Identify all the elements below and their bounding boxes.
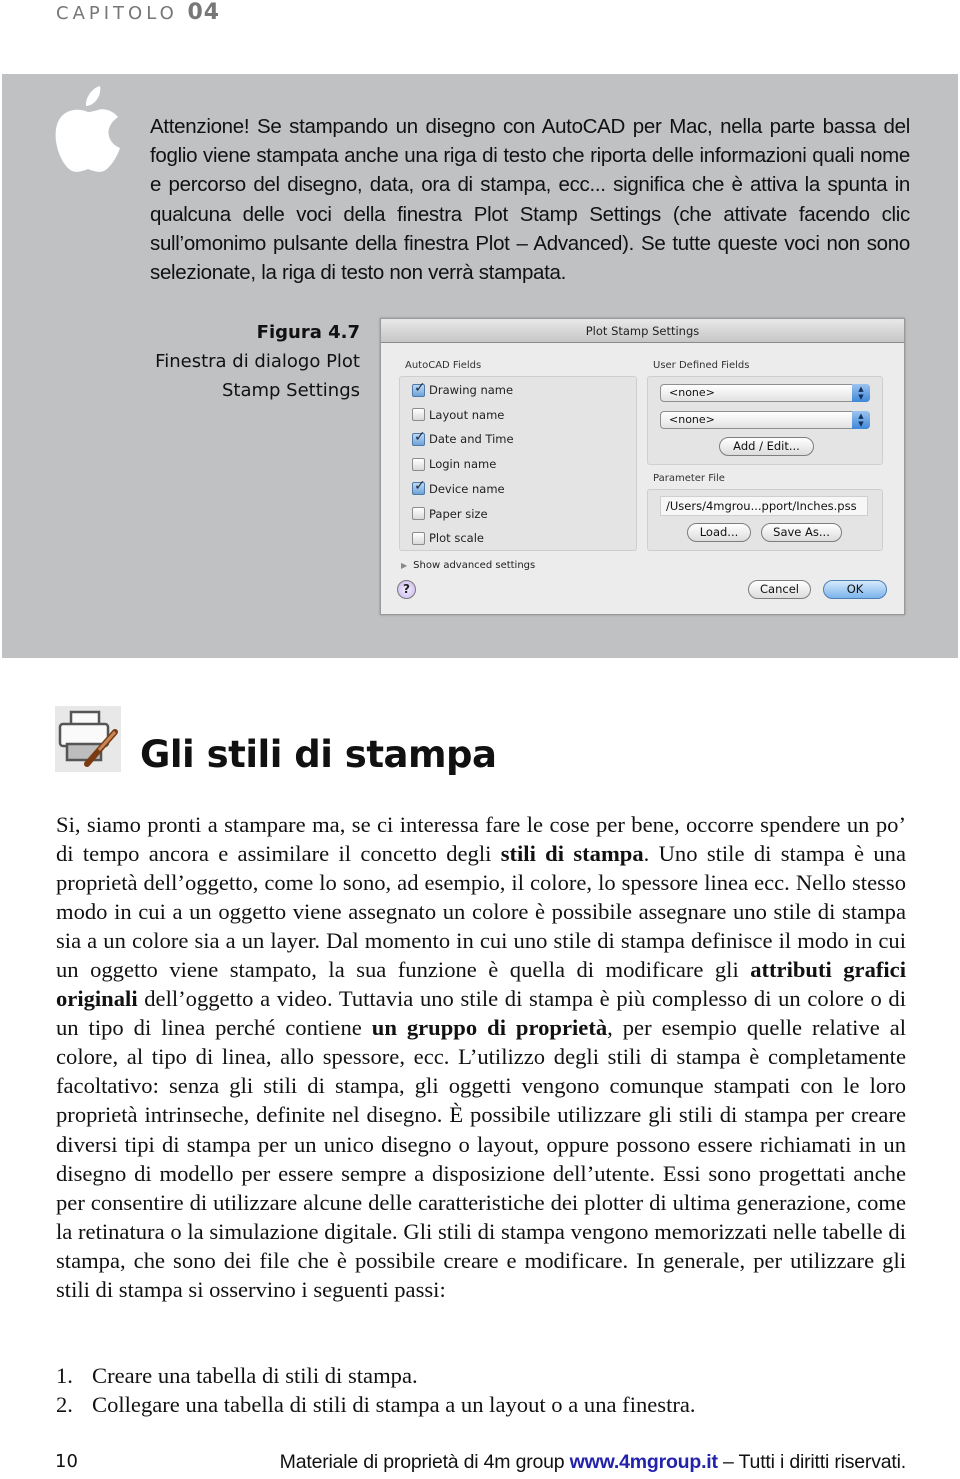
user-field-2-value: <none>: [669, 413, 715, 426]
user-defined-fields-label: User Defined Fields: [653, 360, 750, 371]
step-number: 2.: [56, 1392, 73, 1417]
field-checkbox-label: Plot scale: [429, 531, 484, 546]
checkbox-unchecked[interactable]: [412, 457, 425, 471]
parameter-file-label: Parameter File: [653, 473, 725, 484]
step-item: 2. Collegare una tabella di stili di sta…: [56, 1390, 696, 1419]
autocad-fields-label: AutoCAD Fields: [405, 360, 482, 371]
ok-button[interactable]: OK: [823, 580, 887, 599]
user-field-2-select[interactable]: <none> ▲ ▼: [660, 411, 870, 429]
save-as-button[interactable]: Save As...: [761, 523, 842, 542]
field-checkbox-label: Layout name: [429, 407, 505, 422]
footer-rights: – Tutti i diritti riservati.: [717, 1451, 906, 1473]
plot-stamp-settings-dialog: Plot Stamp Settings AutoCAD Fields Drawi…: [380, 318, 905, 615]
show-advanced-settings-toggle[interactable]: ▶ Show advanced settings: [401, 560, 535, 571]
step-text: Collegare una tabella di stili di stampa…: [92, 1392, 696, 1417]
bold-term: un gruppo di proprietà: [371, 1015, 608, 1041]
field-checkbox-row[interactable]: Login name: [412, 457, 496, 471]
checkbox-checked[interactable]: [412, 478, 426, 496]
checkbox-unchecked[interactable]: [412, 408, 425, 422]
select-arrows-icon: ▲ ▼: [852, 411, 870, 429]
autocad-fields-group: Drawing name Layout name Date and Time Logi…: [399, 376, 637, 551]
chapter-header: CAPITOLO 04: [56, 0, 220, 25]
apple-logo-icon: [55, 86, 120, 172]
field-checkbox-label: Paper size: [429, 506, 488, 521]
field-checkbox-row[interactable]: Plot scale: [412, 531, 484, 545]
select-arrows-icon: ▲ ▼: [852, 384, 870, 402]
figure-label: Figura 4.7: [256, 322, 360, 343]
steps-list: 1. Creare una tabella di stili di stampa…: [56, 1361, 696, 1419]
field-checkbox-row[interactable]: Drawing name: [412, 380, 514, 397]
parameter-file-path[interactable]: /Users/4mgrou...pport/Inches.pss: [660, 496, 868, 516]
field-checkbox-row[interactable]: Date and Time: [412, 429, 514, 447]
figure-caption-line-1: Finestra di dialogo Plot: [155, 351, 360, 372]
field-checkbox-label: Date and Time: [429, 432, 514, 447]
field-checkbox-row[interactable]: Layout name: [412, 408, 504, 422]
website-link[interactable]: www.4mgroup.it: [570, 1451, 718, 1473]
user-field-1-value: <none>: [669, 386, 715, 399]
step-item: 1. Creare una tabella di stili di stampa…: [56, 1361, 696, 1390]
body-text-run: , per esempio quelle relative al colore,…: [56, 1015, 906, 1302]
figure-caption-line-2: Stamp Settings: [221, 380, 360, 401]
add-edit-button[interactable]: Add / Edit...: [719, 437, 814, 456]
field-checkbox-row[interactable]: Paper size: [412, 507, 488, 521]
field-checkbox-label: Device name: [429, 481, 505, 496]
show-advanced-settings-label: Show advanced settings: [413, 560, 536, 571]
page-number: 10: [55, 1451, 78, 1472]
checkbox-checked[interactable]: [412, 380, 426, 397]
section-title: Gli stili di stampa: [140, 733, 497, 776]
field-checkbox-label: Drawing name: [429, 383, 514, 397]
footer-text: Materiale di proprietà di 4m group: [279, 1451, 570, 1473]
parameter-file-group: /Users/4mgrou...pport/Inches.pss Load...…: [647, 489, 883, 551]
step-text: Creare una tabella di stili di stampa.: [92, 1363, 418, 1388]
load-button[interactable]: Load...: [687, 523, 751, 542]
disclosure-triangle-icon: ▶: [401, 561, 408, 570]
user-field-1-select[interactable]: <none> ▲ ▼: [660, 384, 870, 402]
step-number: 1.: [56, 1363, 73, 1388]
field-checkbox-row[interactable]: Device name: [412, 478, 505, 496]
footer: Materiale di proprietà di 4m group www.4…: [279, 1451, 907, 1474]
chapter-label: CAPITOLO: [56, 3, 178, 24]
user-defined-fields-group: <none> ▲ ▼ <none> ▲ ▼ Add / Edit...: [647, 376, 883, 465]
figure-caption: Figura 4.7 Finestra di dialogo Plot Stam…: [140, 318, 360, 405]
chapter-number: 04: [187, 0, 221, 25]
dialog-title: Plot Stamp Settings: [381, 319, 904, 343]
checkbox-unchecked[interactable]: [412, 531, 425, 545]
cancel-button[interactable]: Cancel: [748, 580, 811, 599]
note-text: Attenzione! Se stampando un disegno con …: [150, 115, 910, 285]
bold-term: stili di stampa: [500, 841, 644, 867]
section-body: Si, siamo pronti a stampare ma, se ci in…: [56, 810, 906, 1304]
field-checkbox-label: Login name: [429, 457, 497, 472]
checkbox-checked[interactable]: [412, 429, 426, 446]
printer-brush-icon: [55, 706, 121, 772]
checkbox-unchecked[interactable]: [412, 507, 425, 520]
help-button[interactable]: ?: [397, 580, 416, 599]
